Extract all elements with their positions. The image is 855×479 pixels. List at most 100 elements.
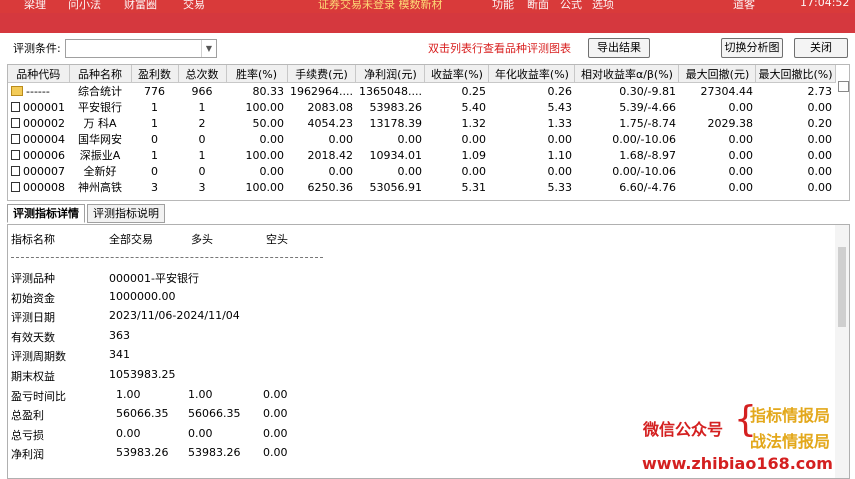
menu-item[interactable]: 公式 [560,0,582,12]
export-button[interactable]: 导出结果 [588,38,650,58]
detail-value: 0.00 [188,426,213,440]
results-table: 品种代码 品种名称 盈利数 总次数 胜率(%) 手续费(元) 净利润(元) 收益率(%) 年化收… [8,65,836,195]
detail-value: 000001-平安银行 [109,272,199,285]
column-header[interactable]: 最大回撤比(%) [755,65,836,83]
detail-value: 363 [109,328,130,342]
detail-value: 1053983.25 [109,368,176,381]
column-header[interactable]: 年化收益率(%) [488,65,576,83]
toolbar: 评测条件: ▼ 双击列表行查看品种评测图表 导出结果 切换分析图 关闭 [0,33,855,63]
menu-item[interactable]: 选项 [592,0,614,12]
menu-item[interactable]: 问小法 [68,0,101,12]
detail-value: 341 [109,348,130,362]
table-cell: 0.00 [807,100,833,114]
table-cell: 1 [198,100,206,114]
table-cell: 0.00 [397,132,422,146]
column-header[interactable]: 相对收益率α/β(%) [574,65,680,83]
menu-item[interactable]: 梁理 [24,0,46,12]
tab-indicator-explanation[interactable]: 评测指标说明 [87,204,165,223]
table-cell: 0.00 [807,148,833,162]
menu-item[interactable]: 断面 [527,0,549,12]
table-row[interactable]: 000007 全新好 0 0 0.00 0.00 0.00 0.00 0.00 0.00/-10.… [8,163,835,179]
column-header[interactable]: 净利润(元) [355,65,426,83]
table-cell: 0.00 [397,164,422,178]
detail-header-short: 空头 [266,233,288,246]
column-header[interactable]: 品种名称 [69,65,132,83]
column-header[interactable]: 总次数 [178,65,227,83]
table-cell: 0 [198,164,206,178]
menu-item[interactable]: 道客 [733,0,755,12]
column-header[interactable]: 手续费(元) [287,65,357,83]
table-cell: 0.00 [259,164,285,178]
scroll-thumb[interactable] [838,247,846,327]
table-cell: 0.25 [461,84,486,98]
detail-label: 评测品种 [11,272,55,285]
table-row[interactable]: 000004 国华网安 0 0 0.00 0.00 0.00 0.00 0.00 0.00/-10… [8,131,835,147]
table-cell: 0.00 [728,132,753,146]
detail-label: 净利润 [11,448,44,462]
table-cell: 1 [198,148,206,162]
table-cell: 0.00 [728,148,753,162]
detail-label: 期末权益 [11,370,55,383]
table-row[interactable]: 000001 平安银行 1 1 100.00 2083.08 53983.26 5.40 5.4… [8,99,835,115]
table-cell: 3 [151,180,158,194]
table-cell: 0 [198,132,206,146]
close-button[interactable]: 关闭 [794,38,848,58]
table-cell: 000008 [8,179,69,195]
table-cell: 国华网安 [78,133,122,146]
document-icon [11,133,20,144]
filter-combobox[interactable]: ▼ [65,39,217,58]
table-cell: 平安银行 [78,101,122,114]
table-cell: 1 [151,116,158,130]
watermark: 微信公众号 { 指标情报局 战法情报局 www.zhibiao168.com [640,400,852,478]
switch-chart-button[interactable]: 切换分析图 [721,38,783,58]
menu-bar: 梁理 问小法 财富圈 交易 证券交易未登录 模数新材 功能 断面 公式 选项 道客 17:04:52 [0,0,855,13]
detail-value: 1000000.00 [109,289,176,303]
table-cell: 0.00 [807,164,833,178]
table-row[interactable]: 000006 深振业A 1 1 100.00 2018.42 10934.01 1.09 1.1… [8,147,835,163]
tab-indicator-details[interactable]: 评测指标详情 [7,204,85,223]
table-cell: 0.00 [547,132,572,146]
detail-value: 0.00 [263,426,288,440]
menu-item[interactable]: 17:04:52 [800,0,849,9]
table-cell: 0.00/-10.06 [612,132,676,146]
detail-value: 0.00 [263,387,288,401]
table-cell: 1 [151,148,158,162]
detail-label: 评测日期 [11,311,55,325]
column-header[interactable]: 品种代码 [8,65,70,83]
table-header-row: 品种代码 品种名称 盈利数 总次数 胜率(%) 手续费(元) 净利润(元) 收益率(%) 年化收… [8,65,836,83]
menu-item[interactable]: 财富圈 [124,0,157,12]
table-cell: 0.00 [461,132,486,146]
menu-item[interactable]: 交易 [183,0,205,12]
column-header[interactable]: 最大回撤(元) [678,65,757,83]
results-grid[interactable]: 品种代码 品种名称 盈利数 总次数 胜率(%) 手续费(元) 净利润(元) 收益率(%) 年化收… [7,64,850,201]
chevron-down-icon[interactable]: ▼ [201,40,216,57]
table-row[interactable]: 000002 万 科A 1 2 50.00 4054.23 13178.39 1.32 1.33… [8,115,835,131]
document-icon [11,117,20,128]
detail-label: 有效天数 [11,330,55,344]
table-cell: 1.75/-8.74 [619,116,676,130]
table-cell: 0.30/-9.81 [619,84,676,98]
table-cell: 0.00 [461,164,486,178]
watermark-url: www.zhibiao168.com [642,454,833,473]
watermark-brand-1: 指标情报局 [750,406,831,425]
table-cell: 2.73 [807,84,833,98]
table-cell: 27304.44 [700,84,753,98]
table-cell: 2083.08 [307,100,353,114]
folder-icon [11,85,23,96]
table-cell: 5.40 [461,100,486,114]
table-cell: 53056.91 [369,180,422,194]
grid-scrollbar[interactable] [837,65,849,200]
cell-text: 000001 [23,100,65,114]
table-cell: 0.00 [259,132,285,146]
detail-value: 53983.26 [116,446,169,460]
column-header[interactable]: 收益率(%) [424,65,490,83]
menu-item[interactable]: 证券交易未登录 模数新材 [318,0,443,12]
column-header[interactable]: 盈利数 [131,65,179,83]
column-header[interactable]: 胜率(%) [226,65,288,83]
table-cell: 神州高铁 [78,181,122,194]
detail-value: 56066.35 [116,407,169,421]
table-cell: 6.60/-4.76 [619,180,676,194]
table-row[interactable]: ------ 综合统计 776 966 80.33 1962964.... 1365048.… [8,83,835,100]
table-row[interactable]: 000008 神州高铁 3 3 100.00 6250.36 53056.91 5.31 5.3… [8,179,835,195]
menu-item[interactable]: 功能 [492,0,514,12]
